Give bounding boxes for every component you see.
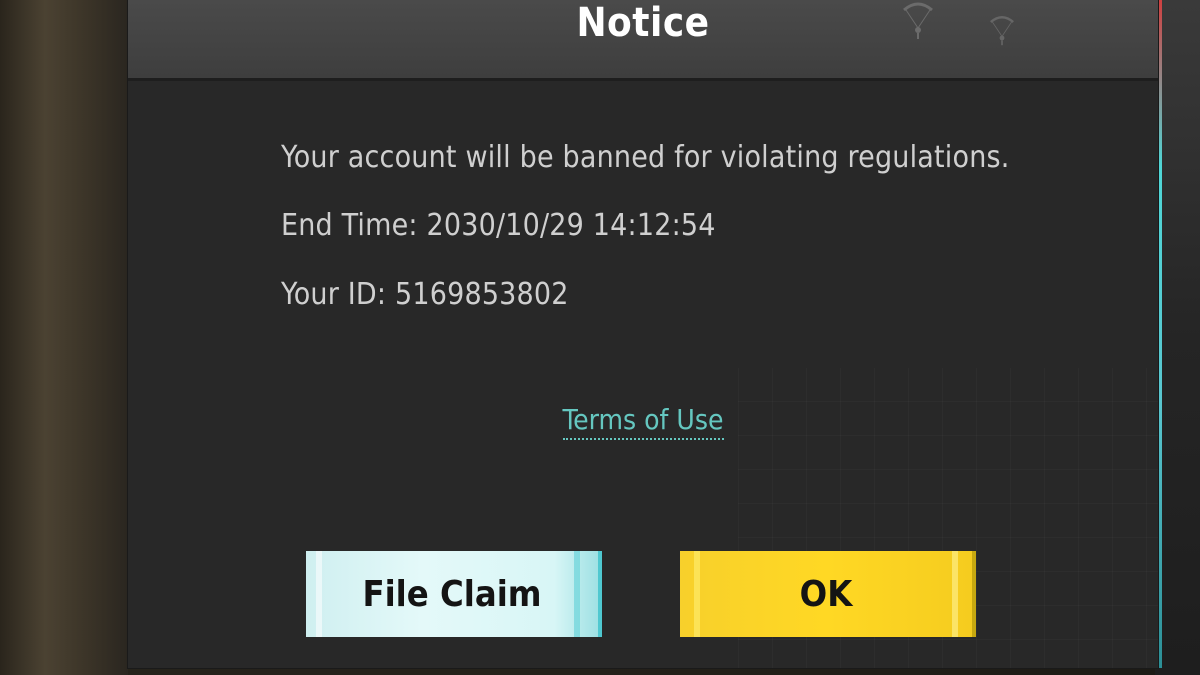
button-streak — [574, 551, 580, 637]
game-screen: Notice Your account will be banned for v… — [0, 0, 1200, 675]
paratrooper-icon — [898, 0, 938, 40]
button-streak — [316, 551, 322, 637]
dialog-header: Notice — [128, 0, 1158, 81]
button-streak — [952, 551, 958, 637]
ban-message: Your account will be banned for violatin… — [281, 140, 1010, 175]
user-id: Your ID: 5169853802 — [281, 277, 569, 312]
paratrooper-icon — [986, 14, 1018, 46]
terms-of-use-label[interactable]: Terms of Use — [562, 403, 724, 440]
terms-of-use-link[interactable]: Terms of Use — [128, 403, 1158, 440]
ban-end-time: End Time: 2030/10/29 14:12:54 — [281, 208, 716, 243]
ok-button[interactable]: OK — [680, 551, 976, 637]
ok-label: OK — [799, 573, 853, 615]
notice-dialog: Notice Your account will be banned for v… — [128, 0, 1162, 668]
file-claim-label: File Claim — [362, 573, 542, 615]
background-left — [0, 0, 128, 675]
file-claim-button[interactable]: File Claim — [306, 551, 602, 637]
dialog-edge-glow — [1159, 0, 1162, 668]
button-streak — [694, 551, 700, 637]
